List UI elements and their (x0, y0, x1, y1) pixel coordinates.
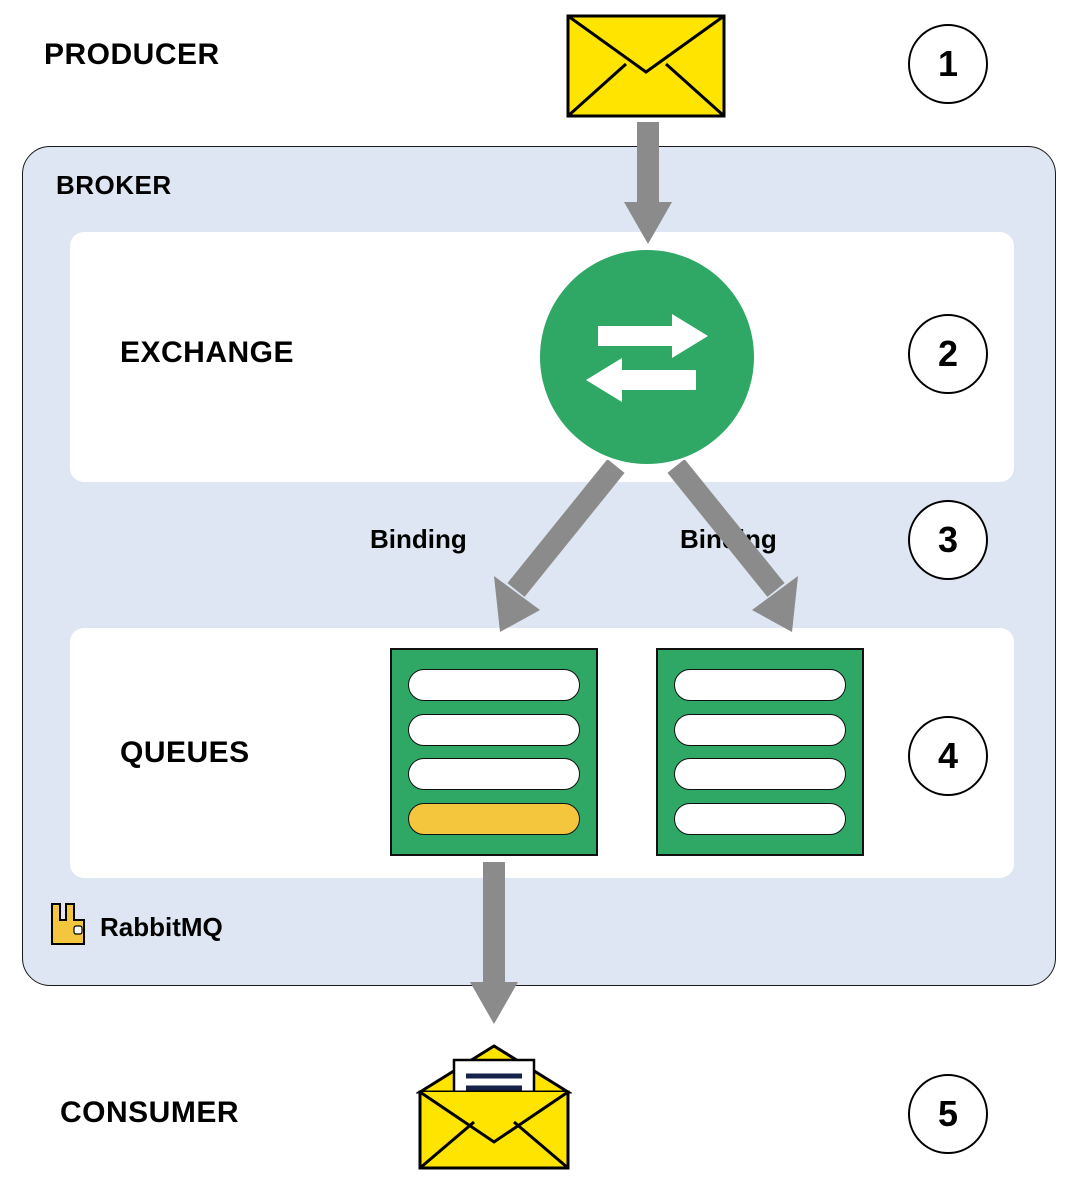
step-badge-5: 5 (908, 1074, 988, 1154)
label-binding-left: Binding (370, 524, 467, 555)
queue-icon-2 (656, 648, 864, 856)
queue-slot (408, 714, 580, 746)
label-queues: QUEUES (120, 736, 250, 770)
arrow-queue-to-consumer (466, 858, 522, 1028)
label-rabbitmq: RabbitMQ (100, 912, 223, 943)
arrow-exchange-to-queue-2 (656, 460, 816, 640)
arrow-producer-to-exchange (620, 118, 676, 248)
queue-slot (674, 714, 846, 746)
queue-slot-active (408, 803, 580, 835)
open-envelope-icon (416, 1042, 572, 1172)
queue-slot (674, 669, 846, 701)
step-badge-1: 1 (908, 24, 988, 104)
label-exchange: EXCHANGE (120, 336, 294, 370)
queue-slot (674, 803, 846, 835)
step-badge-4: 4 (908, 716, 988, 796)
exchange-icon (540, 250, 754, 464)
label-producer: PRODUCER (44, 38, 220, 72)
label-consumer: CONSUMER (60, 1096, 239, 1130)
queue-icon-1 (390, 648, 598, 856)
envelope-icon (566, 14, 726, 118)
step-badge-3: 3 (908, 500, 988, 580)
arrow-exchange-to-queue-1 (476, 460, 636, 640)
queue-slot (408, 758, 580, 790)
label-broker: BROKER (56, 170, 172, 201)
queue-slot (408, 669, 580, 701)
rabbitmq-icon (46, 902, 90, 946)
queue-slot (674, 758, 846, 790)
step-badge-2: 2 (908, 314, 988, 394)
